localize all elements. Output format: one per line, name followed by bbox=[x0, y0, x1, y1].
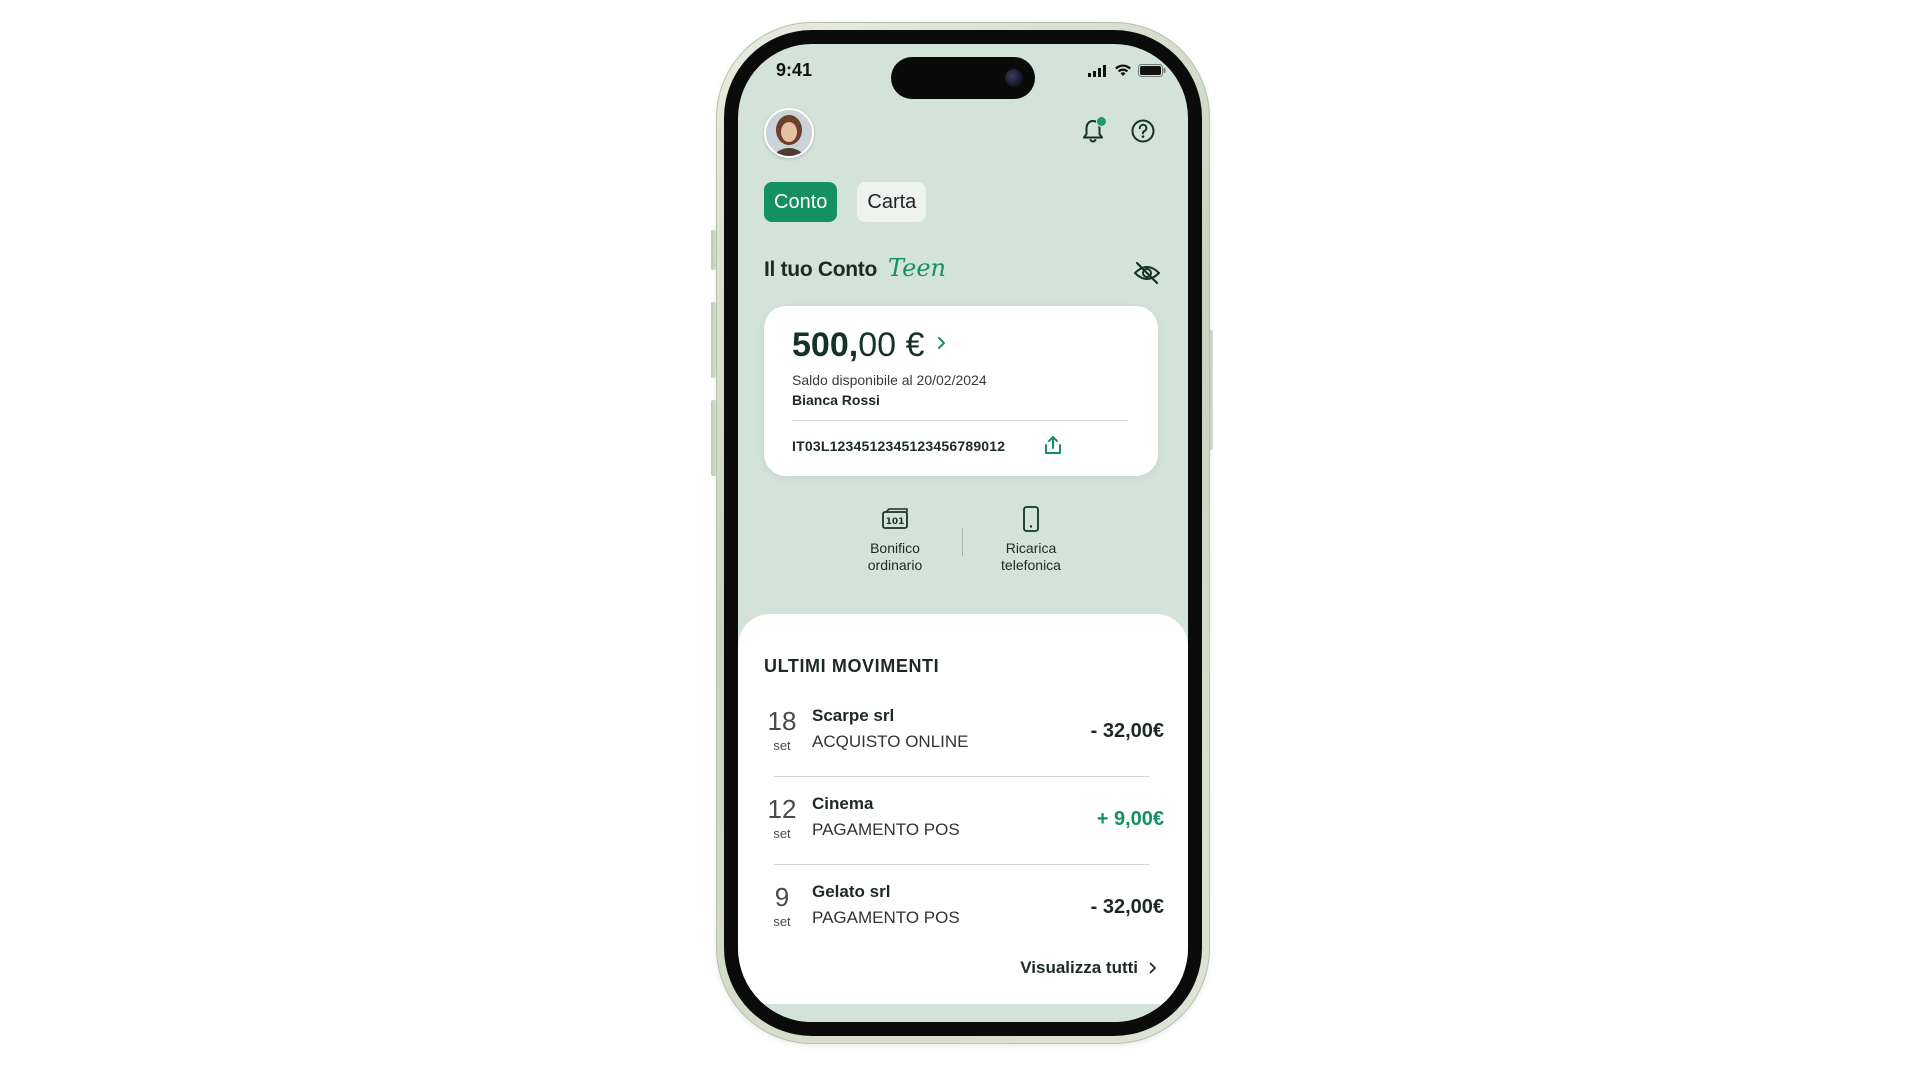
view-all-link[interactable]: Visualizza tutti bbox=[1020, 958, 1158, 978]
card-divider bbox=[792, 420, 1128, 421]
movement-day: 12 bbox=[767, 794, 797, 824]
hide-balance-button[interactable] bbox=[1132, 258, 1162, 288]
movement-day: 18 bbox=[767, 706, 797, 736]
tab-carta[interactable]: Carta bbox=[857, 182, 927, 222]
action-ricarica-line2: telefonica bbox=[1001, 557, 1061, 573]
movement-amount: + 9,00€ bbox=[1096, 808, 1164, 830]
movement-month: set bbox=[773, 738, 791, 753]
avatar-image bbox=[766, 110, 812, 156]
actions-divider bbox=[962, 528, 963, 556]
front-camera bbox=[1005, 69, 1023, 87]
bottom-sheet-peek bbox=[738, 1004, 1188, 1022]
phone-screen: 9:41 Conto Carta Il tuo Conto Teen 500,0… bbox=[738, 44, 1188, 1022]
banknote-icon: 101 bbox=[882, 508, 908, 529]
movement-type: PAGAMENTO POS bbox=[812, 908, 960, 927]
phone-icon bbox=[1023, 506, 1039, 532]
action-bonifico-line1: Bonifico bbox=[870, 540, 920, 556]
movement-name: Gelato srl bbox=[812, 882, 891, 901]
account-tabs: Conto Carta bbox=[764, 182, 927, 222]
balance-subtitle: Saldo disponibile al 20/02/2024 bbox=[792, 372, 987, 388]
top-bar bbox=[738, 104, 1188, 164]
action-bonifico-ordinario[interactable]: 101 Bonifico ordinario bbox=[840, 504, 950, 574]
svg-text:101: 101 bbox=[886, 517, 905, 527]
movement-name: Cinema bbox=[812, 794, 874, 813]
movement-row[interactable]: 9 set Gelato srl PAGAMENTO POS - 32,00€ bbox=[764, 876, 1164, 956]
movement-amount: - 32,00€ bbox=[1090, 896, 1164, 918]
quick-actions: 101 Bonifico ordinario Ricarica telefoni… bbox=[738, 504, 1188, 584]
tab-conto[interactable]: Conto bbox=[764, 182, 838, 222]
status-time: 9:41 bbox=[776, 60, 813, 80]
help-icon bbox=[1131, 119, 1155, 143]
battery-icon bbox=[1138, 64, 1166, 77]
share-icon bbox=[1045, 436, 1061, 454]
action-ricarica-line1: Ricarica bbox=[1005, 540, 1057, 556]
movements-title: ULTIMI MOVIMENTI bbox=[764, 656, 940, 676]
action-ricarica-telefonica[interactable]: Ricarica telefonica bbox=[976, 504, 1086, 574]
balance-amount-decimals: 00 € bbox=[858, 326, 925, 364]
movement-name: Scarpe srl bbox=[812, 706, 895, 725]
share-iban-button[interactable] bbox=[1042, 434, 1064, 456]
chevron-right-icon bbox=[1149, 962, 1156, 974]
balance-amount: 500,00 € bbox=[792, 326, 924, 365]
notification-badge bbox=[1096, 116, 1107, 127]
balance-card[interactable]: 500,00 € Saldo disponibile al 20/02/2024… bbox=[764, 306, 1158, 476]
movement-type: PAGAMENTO POS bbox=[812, 820, 960, 839]
help-button[interactable] bbox=[1128, 116, 1158, 146]
avatar[interactable] bbox=[764, 108, 814, 158]
dynamic-island bbox=[891, 57, 1035, 99]
balance-owner: Bianca Rossi bbox=[792, 392, 880, 408]
movement-row[interactable]: 12 set Cinema PAGAMENTO POS + 9,00€ bbox=[764, 788, 1164, 868]
chevron-right-icon[interactable] bbox=[936, 334, 948, 352]
wifi-icon bbox=[1115, 64, 1131, 76]
movement-month: set bbox=[773, 826, 791, 841]
movements-panel: ULTIMI MOVIMENTI 18 set Scarpe srl ACQUI… bbox=[738, 614, 1188, 1022]
status-icons bbox=[1088, 64, 1166, 77]
eye-off-icon bbox=[1134, 261, 1160, 285]
notifications-button[interactable] bbox=[1078, 116, 1108, 146]
movement-amount: - 32,00€ bbox=[1090, 720, 1164, 742]
iban-text: IT03L1234512345123456789012 bbox=[792, 438, 1006, 454]
stage: 9:41 Conto Carta Il tuo Conto Teen 500,0… bbox=[0, 0, 1920, 1080]
section-title: Il tuo Conto bbox=[764, 258, 878, 281]
movement-month: set bbox=[773, 914, 791, 929]
section-script-label: Teen bbox=[888, 254, 947, 282]
movement-day: 9 bbox=[774, 882, 790, 912]
movement-divider bbox=[774, 864, 1150, 865]
action-bonifico-line2: ordinario bbox=[867, 557, 923, 573]
movement-row[interactable]: 18 set Scarpe srl ACQUISTO ONLINE - 32,0… bbox=[764, 700, 1164, 780]
balance-amount-integer: 500, bbox=[792, 326, 859, 364]
cellular-signal-icon bbox=[1088, 64, 1106, 77]
movement-divider bbox=[774, 776, 1150, 777]
account-section-header: Il tuo Conto Teen bbox=[764, 254, 1164, 294]
view-all-label: Visualizza tutti bbox=[1020, 958, 1138, 977]
movement-type: ACQUISTO ONLINE bbox=[812, 732, 969, 751]
status-bar: 9:41 bbox=[738, 44, 1188, 99]
